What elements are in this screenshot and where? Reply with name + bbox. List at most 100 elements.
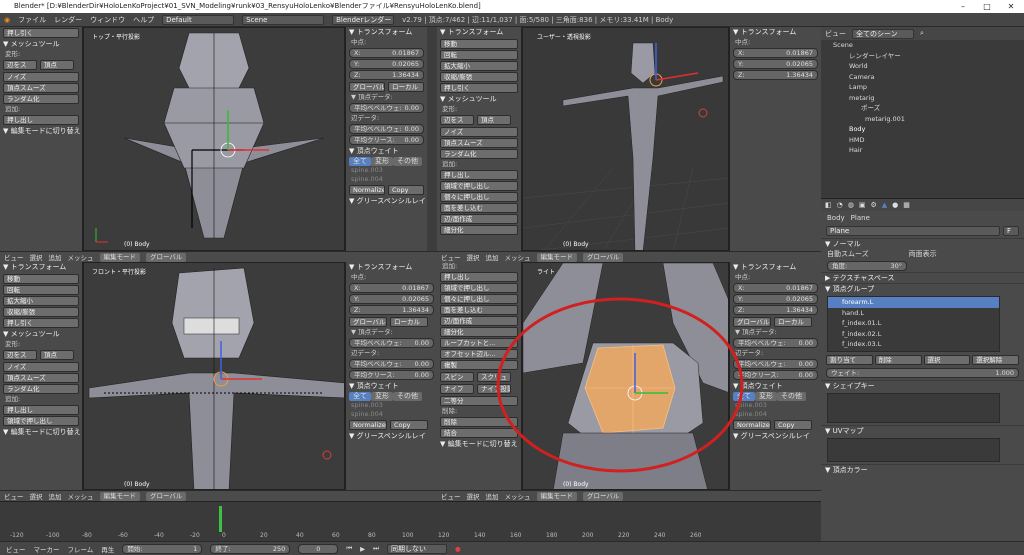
angle-field[interactable]: 角度: 30° xyxy=(827,261,907,271)
spine004-row-3[interactable]: spine.004 xyxy=(346,410,437,419)
select-menu[interactable]: 選択 xyxy=(30,252,43,262)
play-icon[interactable]: ▶ xyxy=(360,545,365,553)
minimize-button[interactable]: – xyxy=(950,0,976,13)
crease-field-3[interactable]: 平均クリース: 0.00 xyxy=(349,370,434,380)
spine004-row[interactable]: spine.004 xyxy=(346,175,427,184)
inset-button[interactable]: 面を差し込む xyxy=(440,203,518,213)
shrink-button[interactable]: 収縮/膨張 xyxy=(440,72,518,82)
mesh-data-tab-icon[interactable]: ▲ xyxy=(882,201,887,209)
world-tab-icon[interactable]: ◍ xyxy=(848,201,854,209)
outliner-metarig[interactable]: metarig xyxy=(821,93,1024,104)
vertex-group-item[interactable]: f_index.02.L xyxy=(828,329,999,340)
timeline[interactable]: -120 -100 -80 -60 -40 -20 0 20 40 60 80 … xyxy=(0,501,821,541)
pivot-select-3[interactable]: グローバル xyxy=(146,491,187,501)
weights-deform-tab[interactable]: 変形 xyxy=(371,157,393,166)
blender-logo-icon[interactable]: ◉ xyxy=(4,16,10,24)
mesh-tools-header[interactable]: ▼ メッシュツール xyxy=(0,39,82,50)
extrude-dropdown-2[interactable]: 押し出し xyxy=(440,170,518,180)
vertex-weights-header-3[interactable]: ▼ 頂点ウェイト xyxy=(346,381,437,392)
timeline-view-menu[interactable]: ビュー xyxy=(6,544,26,554)
viewport-front[interactable]: フロント・平行投影 (0) Body xyxy=(83,262,345,490)
remove-button[interactable]: 削除 xyxy=(874,355,922,365)
spine003-row-3[interactable]: spine.003 xyxy=(346,401,437,410)
bevel-weight-field[interactable]: 平均ベベルウェ: 0.00 xyxy=(349,103,424,113)
vertex-group-item[interactable]: f_index.03.L xyxy=(828,339,999,350)
select-menu-3[interactable]: 選択 xyxy=(30,491,43,501)
extrude-region-button[interactable]: 領域で押し出し xyxy=(440,181,518,191)
menu-window[interactable]: ウィンドウ xyxy=(90,15,125,25)
weights-all-tab-3[interactable]: 全て xyxy=(349,392,371,401)
mesh-name-field[interactable]: Plane xyxy=(826,226,1000,236)
outliner-pose[interactable]: ポーズ xyxy=(821,103,1024,114)
smooth-button-2[interactable]: 頂点スムーズ xyxy=(440,138,518,148)
crease-field[interactable]: 平均クリース: 0.00 xyxy=(349,135,424,145)
mesh-menu-2[interactable]: メッシュ xyxy=(505,252,531,262)
add-menu-3[interactable]: 追加 xyxy=(49,491,62,501)
mesh-tools-header-2[interactable]: ▼ メッシュツール xyxy=(437,94,521,105)
context-body[interactable]: Body xyxy=(827,214,845,222)
weights-other-tab-3[interactable]: その他 xyxy=(393,392,422,401)
weights-deform-tab-4[interactable]: 変形 xyxy=(755,392,777,401)
move-button-3[interactable]: 移動 xyxy=(3,274,79,284)
current-frame-marker[interactable] xyxy=(219,506,222,532)
mesh-menu[interactable]: メッシュ xyxy=(68,252,94,262)
weights-other-tab[interactable]: その他 xyxy=(393,157,422,166)
outliner-scene[interactable]: Scene xyxy=(821,40,1024,51)
pivot-select-2[interactable]: グローバル xyxy=(583,252,624,262)
vertex-weights-header[interactable]: ▼ 頂点ウェイト xyxy=(346,146,427,157)
normalize-button-3[interactable]: Normalize xyxy=(349,420,387,430)
y-field-3[interactable]: Y: 0.02065 xyxy=(349,294,434,304)
outliner-hair[interactable]: Hair xyxy=(821,145,1024,156)
layout-select[interactable]: Default xyxy=(162,14,235,25)
transform-header[interactable]: ▼ トランスフォーム xyxy=(346,27,427,38)
timeline-marker-menu[interactable]: マーカー xyxy=(34,544,60,554)
weight-field[interactable]: ウェイト: 1.000 xyxy=(826,368,1019,378)
texture-space-panel[interactable]: ▶ テクスチャスペース xyxy=(821,272,1024,283)
outliner-world[interactable]: World xyxy=(821,61,1024,72)
auto-smooth-checkbox[interactable]: 自動スムーズ xyxy=(827,249,869,260)
deselect-button[interactable]: 選択解除 xyxy=(972,355,1019,365)
mode-select-4[interactable]: 編集モード xyxy=(536,491,577,501)
mode-select-3[interactable]: 編集モード xyxy=(99,491,140,501)
close-button[interactable]: ✕ xyxy=(998,0,1024,13)
menu-help[interactable]: ヘルプ xyxy=(133,15,154,25)
outliner-display-select[interactable]: 全てのシーン xyxy=(852,28,914,39)
knife-button[interactable]: ナイフ xyxy=(440,384,474,394)
assign-button[interactable]: 割り当て xyxy=(826,355,873,365)
sync-select[interactable]: 同期しない xyxy=(387,543,448,554)
x-field[interactable]: X: 0.01867 xyxy=(349,48,424,58)
slide-edge-button-3[interactable]: 辺をス xyxy=(3,350,37,360)
outliner-render-layers[interactable]: レンダーレイヤー xyxy=(821,51,1024,62)
start-frame-field[interactable]: 開始: 1 xyxy=(122,543,203,554)
copy-button-3[interactable]: Copy xyxy=(390,420,428,430)
outliner-hmd[interactable]: HMD xyxy=(821,135,1024,146)
mesh-tools-header-3[interactable]: ▼ メッシュツール xyxy=(0,329,82,340)
outliner-view-menu[interactable]: ビュー xyxy=(825,29,846,39)
outliner-metarig001[interactable]: metarig.001 xyxy=(821,114,1024,125)
x-field-3[interactable]: X: 0.01867 xyxy=(349,283,434,293)
local-button[interactable]: ローカル xyxy=(388,82,424,92)
view-menu-3[interactable]: ビュー xyxy=(4,491,24,501)
outliner-search-icon[interactable]: ⌕ xyxy=(920,29,924,38)
y-field[interactable]: Y: 0.02065 xyxy=(349,59,424,69)
scene-select[interactable]: Scene xyxy=(242,14,325,25)
double-sided-checkbox[interactable]: 両面表示 xyxy=(909,249,937,260)
normals-panel[interactable]: ▼ ノーマル xyxy=(821,238,1024,249)
render-engine-select[interactable]: Blenderレンダー xyxy=(332,14,395,25)
viewport-user-perspective[interactable]: ユーザー・透視投影 (0) Body xyxy=(522,27,729,251)
select-menu-4[interactable]: 選択 xyxy=(467,491,480,501)
pivot-select-4[interactable]: グローバル xyxy=(583,491,624,501)
noise-button[interactable]: ノイズ xyxy=(3,72,79,82)
add-menu-2[interactable]: 追加 xyxy=(486,252,499,262)
menu-file[interactable]: ファイル xyxy=(18,15,46,25)
slide-edge-button[interactable]: 辺をス xyxy=(3,60,37,70)
mode-select[interactable]: 編集モード xyxy=(99,252,140,262)
transform-tools-header[interactable]: ▼ トランスフォーム xyxy=(437,27,521,38)
edge-bevel-field[interactable]: 平均ベベルウェ: 0.00 xyxy=(349,124,424,134)
extrude-individual-button[interactable]: 個々に押し出し xyxy=(440,192,518,202)
view-menu[interactable]: ビュー xyxy=(4,252,24,262)
mesh-menu-4[interactable]: メッシュ xyxy=(505,491,531,501)
outliner-camera[interactable]: Camera xyxy=(821,72,1024,83)
view-menu-4[interactable]: ビュー xyxy=(441,491,461,501)
weights-all-tab[interactable]: 全て xyxy=(349,157,371,166)
